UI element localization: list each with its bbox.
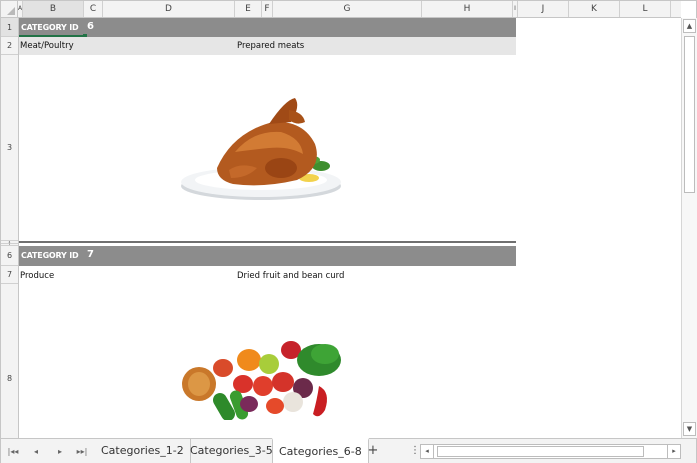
plus-icon[interactable]: + (364, 442, 382, 460)
sheet-tab-bar: |◂◂ ◂ ▸ ▸▸| Categories_1-2 Categories_3-… (1, 438, 696, 463)
column-header-b[interactable]: B (23, 1, 84, 17)
column-header-e[interactable]: E (235, 1, 262, 17)
horizontal-scrollbar[interactable]: ◂ ▸ (420, 444, 681, 459)
column-header-bar: A B C D E F G H I J K L (1, 1, 681, 18)
cell-grid[interactable]: CATEGORY ID 6 Meat/Poultry Prepared meat… (19, 18, 681, 438)
arrow-up-icon[interactable]: ▲ (683, 19, 696, 33)
spreadsheet-window: A B C D E F G H I J K L 1 2 3 4 5 6 7 8 … (0, 0, 697, 463)
select-all-corner[interactable] (1, 1, 18, 17)
description-cell[interactable]: Dried fruit and bean curd (237, 271, 344, 281)
column-header-k[interactable]: K (569, 1, 620, 17)
sheet-tab[interactable]: Categories_3-5 (184, 439, 280, 463)
arrow-left-icon[interactable]: ◂ (421, 445, 434, 458)
row-header-3[interactable]: 3 (1, 55, 18, 241)
column-header-j[interactable]: J (518, 1, 569, 17)
sheet-tab[interactable]: Categories_1-2 (95, 439, 191, 463)
row-header-2[interactable]: 2 (1, 37, 18, 55)
arrow-down-icon[interactable]: ▼ (683, 422, 696, 436)
category-id-label: CATEGORY ID (21, 251, 79, 260)
column-header-g[interactable]: G (273, 1, 422, 17)
column-header-f[interactable]: F (262, 1, 273, 17)
column-header-c[interactable]: C (84, 1, 103, 17)
vegetables-image[interactable] (179, 340, 347, 421)
next-sheet-icon[interactable]: ▸ (51, 445, 69, 458)
prev-sheet-icon[interactable]: ◂ (27, 445, 45, 458)
column-header-l[interactable]: L (620, 1, 671, 17)
row-header-bar: 1 2 3 4 5 6 7 8 (1, 18, 19, 438)
last-sheet-icon[interactable]: ▸▸| (73, 445, 91, 458)
category-id-label: CATEGORY ID (21, 23, 79, 32)
roast-chicken-image[interactable] (177, 92, 345, 204)
category-band: CATEGORY ID 7 (19, 246, 516, 266)
vertical-scrollbar[interactable]: ▲ ▼ (681, 18, 697, 438)
row-header-7[interactable]: 7 (1, 266, 18, 284)
arrow-right-icon[interactable]: ▸ (667, 445, 680, 458)
vertical-scroll-thumb[interactable] (684, 36, 695, 193)
first-sheet-icon[interactable]: |◂◂ (4, 445, 22, 458)
row-header-8[interactable]: 8 (1, 284, 18, 438)
category-band: CATEGORY ID 6 (19, 18, 516, 37)
column-header-h[interactable]: H (422, 1, 513, 17)
row-header-1[interactable]: 1 (1, 18, 18, 37)
row-header-6[interactable]: 6 (1, 246, 18, 266)
category-name-cell[interactable]: Produce (20, 271, 54, 281)
record-separator (19, 241, 516, 243)
sheet-tab-active[interactable]: Categories_6-8 (272, 438, 369, 463)
category-id-value[interactable]: 6 (87, 21, 94, 32)
horizontal-scroll-thumb[interactable] (437, 446, 644, 457)
category-name-cell[interactable]: Meat/Poultry (20, 41, 74, 51)
vertical-dots-icon[interactable]: ⋮ (410, 444, 420, 458)
column-header-d[interactable]: D (103, 1, 235, 17)
category-id-value[interactable]: 7 (87, 249, 94, 260)
description-cell[interactable]: Prepared meats (237, 41, 304, 51)
